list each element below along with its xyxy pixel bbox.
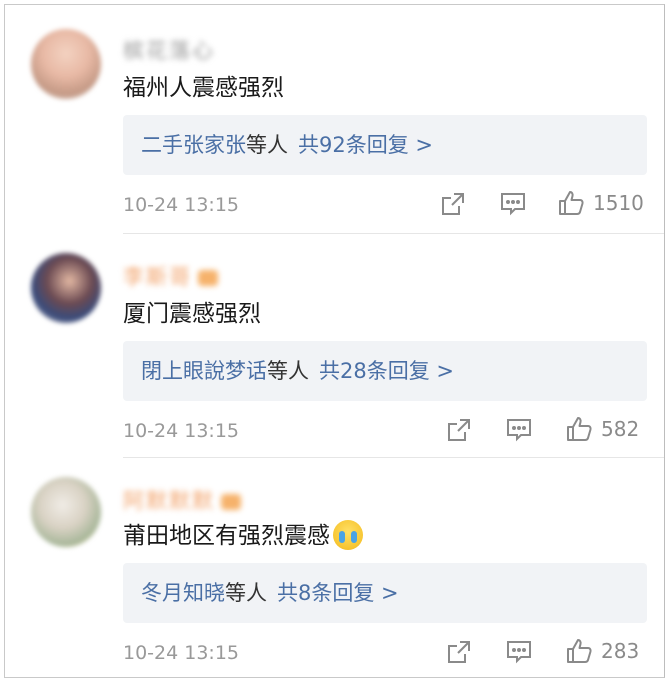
- like-button[interactable]: 1510: [557, 189, 644, 217]
- reply-names-suffix: 等人: [225, 581, 267, 605]
- vip-crown-icon: [198, 270, 218, 286]
- username[interactable]: 槟花落心: [123, 35, 215, 65]
- thumbs-up-icon: [567, 639, 592, 663]
- comment-item: 槟花落心 福州人震感强烈 二手张家张等人 共92条回复 > 10-24 13:15…: [5, 5, 664, 234]
- timestamp: 10-24 13:15: [123, 194, 240, 216]
- timestamp: 10-24 13:15: [123, 420, 240, 442]
- comment-icon: [501, 193, 525, 216]
- share-icon: [442, 193, 464, 215]
- comment-text: 莆田地区有强烈震感: [123, 519, 363, 552]
- like-count: 1510: [593, 191, 644, 215]
- username-text: 李斯哥: [123, 265, 192, 289]
- reply-count-link[interactable]: 共92条回复 >: [298, 133, 433, 157]
- avatar[interactable]: [31, 253, 101, 323]
- comment-button[interactable]: [499, 191, 527, 217]
- vip-crown-icon: [221, 494, 241, 510]
- username[interactable]: 李斯哥: [123, 261, 218, 291]
- comment-text: 厦门震感强烈: [123, 301, 261, 327]
- comment-button[interactable]: [505, 417, 533, 443]
- reply-names-link[interactable]: 冬月知晓: [141, 581, 225, 605]
- reply-names-suffix: 等人: [267, 359, 309, 383]
- comment-list: 槟花落心 福州人震感强烈 二手张家张等人 共92条回复 > 10-24 13:15…: [4, 4, 665, 678]
- like-count: 283: [601, 639, 640, 663]
- username-text: 阿默默默: [123, 489, 215, 513]
- replies-summary[interactable]: 二手张家张等人 共92条回复 >: [123, 115, 647, 175]
- share-icon: [448, 419, 470, 441]
- like-button[interactable]: 283: [565, 637, 639, 665]
- replies-summary[interactable]: 冬月知晓等人 共8条回复 >: [123, 563, 647, 623]
- timestamp: 10-24 13:15: [123, 642, 240, 664]
- share-icon: [448, 641, 470, 663]
- reply-names-link[interactable]: 閉上眼說梦话: [141, 359, 267, 383]
- comment-item: 阿默默默 莆田地区有强烈震感 冬月知晓等人 共8条回复 > 10-24 13:15…: [5, 449, 664, 671]
- username[interactable]: 阿默默默: [123, 485, 241, 515]
- thumbs-up-icon: [567, 417, 592, 441]
- share-button[interactable]: [446, 639, 472, 665]
- comment-text: 福州人震感强烈: [123, 75, 284, 101]
- reply-count-link[interactable]: 共8条回复 >: [277, 581, 399, 605]
- reply-count-link[interactable]: 共28条回复 >: [319, 359, 454, 383]
- comment-icon: [507, 419, 531, 442]
- reply-names-suffix: 等人: [246, 133, 288, 157]
- thumbs-up-icon: [559, 191, 584, 215]
- avatar[interactable]: [31, 477, 101, 547]
- comment-item: 李斯哥 厦门震感强烈 閉上眼說梦话等人 共28条回复 > 10-24 13:15 …: [5, 227, 664, 458]
- comment-text-content: 莆田地区有强烈震感: [123, 523, 330, 549]
- crying-face-icon: [333, 519, 363, 550]
- comment-icon: [507, 641, 531, 664]
- like-button[interactable]: 582: [565, 415, 639, 443]
- share-button[interactable]: [440, 191, 466, 217]
- reply-names-link[interactable]: 二手张家张: [141, 133, 246, 157]
- like-count: 582: [601, 417, 640, 441]
- replies-summary[interactable]: 閉上眼說梦话等人 共28条回复 >: [123, 341, 647, 401]
- avatar[interactable]: [31, 29, 101, 99]
- share-button[interactable]: [446, 417, 472, 443]
- comment-button[interactable]: [505, 639, 533, 665]
